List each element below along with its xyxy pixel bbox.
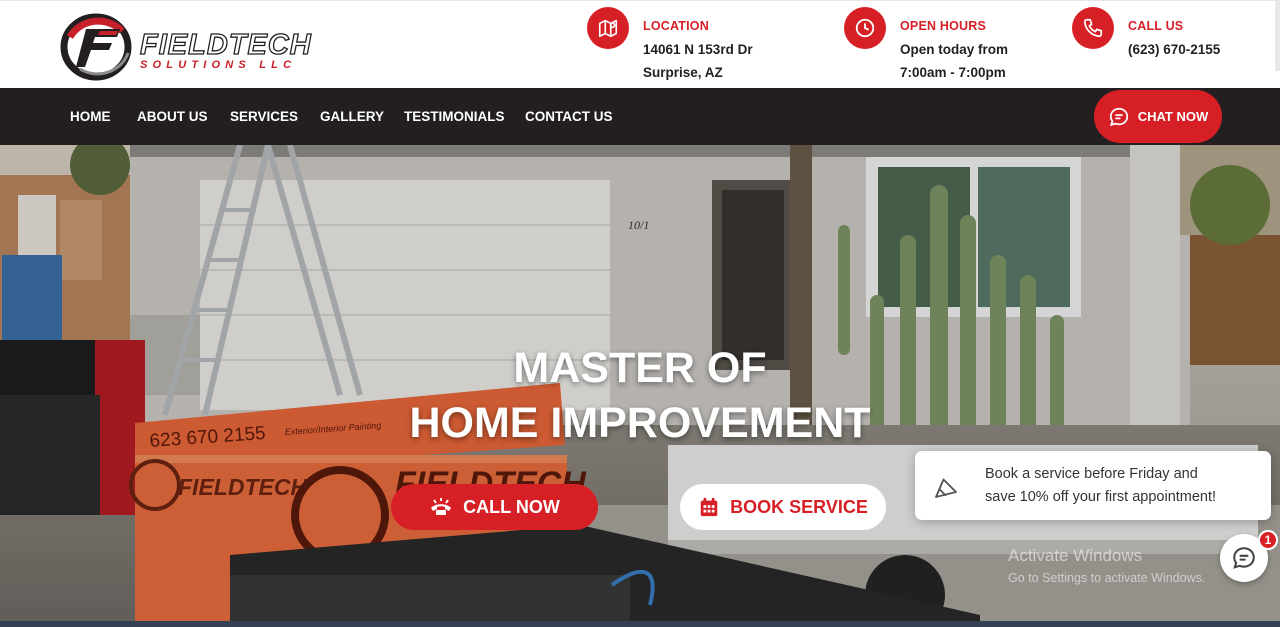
book-service-label: BOOK SERVICE	[730, 496, 868, 517]
hero-section: 10/1	[0, 145, 1280, 627]
watermark-line-1: Activate Windows	[1008, 546, 1143, 565]
promo-popup[interactable]: Book a service before Friday and save 10…	[915, 451, 1271, 520]
phone-ringing-icon	[431, 498, 452, 515]
chat-icon	[1109, 107, 1128, 126]
nav-gallery[interactable]: GALLERY	[320, 88, 384, 145]
hours-line-2: 7:00am - 7:00pm	[900, 65, 1006, 80]
call-now-button[interactable]: CALL NOW	[391, 484, 598, 530]
call-info[interactable]: CALL US (623) 670-2155	[1072, 7, 1252, 83]
promo-line-1: Book a service before Friday and	[985, 466, 1198, 482]
scrollbar[interactable]	[1275, 1, 1280, 71]
location-info: LOCATION 14061 N 153rd Dr Surprise, AZ	[587, 7, 787, 83]
chat-bubble-icon	[1233, 547, 1255, 569]
nav-home[interactable]: HOME	[70, 88, 111, 145]
hero-title-line-2: HOME IMPROVEMENT	[409, 399, 871, 447]
nav-about-us[interactable]: ABOUT US	[137, 88, 208, 145]
notification-badge: 1	[1258, 530, 1278, 550]
location-label: LOCATION	[643, 19, 709, 33]
hours-info: OPEN HOURS Open today from 7:00am - 7:00…	[844, 7, 1044, 83]
chat-now-button[interactable]: CHAT NOW	[1094, 90, 1222, 143]
chat-now-label: CHAT NOW	[1137, 109, 1209, 124]
brand-logo[interactable]: FIELDTECH SOLUTIONS LLC	[60, 9, 330, 85]
promo-text: Book a service before Friday and save 10…	[985, 463, 1216, 508]
hours-value: Open today from 7:00am - 7:00pm	[900, 38, 1008, 84]
clock-icon	[844, 7, 886, 49]
call-now-label: CALL NOW	[463, 496, 560, 517]
hero-title-line-1: MASTER OF	[513, 344, 767, 392]
watermark-line-2: Go to Settings to activate Windows.	[1008, 571, 1206, 585]
calendar-icon	[700, 497, 718, 517]
nav-testimonials[interactable]: TESTIMONIALS	[404, 88, 505, 145]
phone-icon	[1072, 7, 1114, 49]
top-header: FIELDTECH SOLUTIONS LLC LOCATION 14061 N…	[0, 0, 1280, 88]
nav-services[interactable]: SERVICES	[230, 88, 298, 145]
main-navigation: HOME ABOUT US SERVICES GALLERY TESTIMONI…	[0, 88, 1280, 145]
address-line-1: 14061 N 153rd Dr	[643, 42, 753, 57]
map-icon	[587, 7, 629, 49]
logo-wordmark: FIELDTECH	[139, 29, 312, 61]
address-line-2: Surprise, AZ	[643, 65, 723, 80]
hours-line-1: Open today from	[900, 42, 1009, 57]
nav-contact-us[interactable]: CONTACT US	[525, 88, 613, 145]
megaphone-icon	[935, 478, 957, 498]
promo-line-2: save 10% off your first appointment!	[985, 488, 1217, 505]
phone-number[interactable]: (623) 670-2155	[1128, 38, 1220, 61]
windows-activation-watermark: Activate Windows Go to Settings to activ…	[1008, 546, 1205, 585]
book-service-button[interactable]: BOOK SERVICE	[680, 484, 886, 530]
call-label: CALL US	[1128, 19, 1184, 33]
logo-mark-icon	[60, 13, 132, 81]
location-address: 14061 N 153rd Dr Surprise, AZ	[643, 38, 753, 84]
hours-label: OPEN HOURS	[900, 19, 987, 33]
logo-subtitle: SOLUTIONS LLC	[140, 59, 297, 71]
